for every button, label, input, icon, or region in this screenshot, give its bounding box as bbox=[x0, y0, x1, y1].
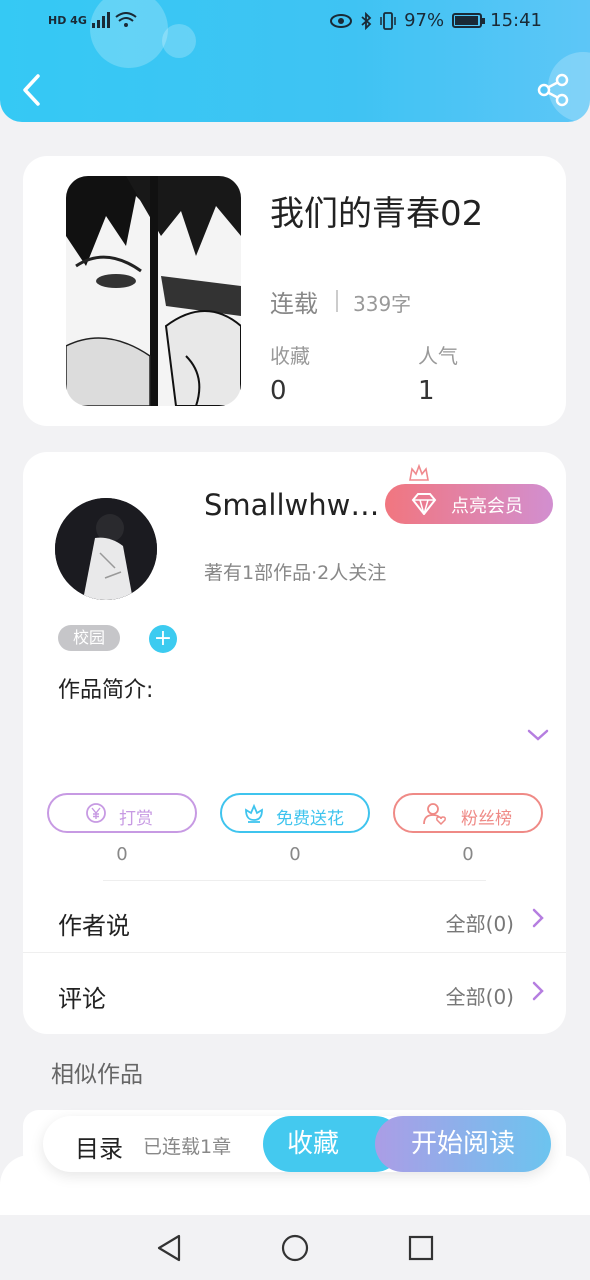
book-status: 连载 bbox=[270, 290, 318, 318]
chevron-right-icon bbox=[532, 981, 544, 1001]
flower-icon bbox=[245, 803, 263, 823]
popularity-label: 人气 bbox=[418, 344, 458, 368]
send-flower-button[interactable]: 免费送花 bbox=[220, 793, 370, 833]
membership-label: 点亮会员 bbox=[451, 496, 523, 517]
add-tag-button[interactable]: + bbox=[149, 625, 177, 653]
fan-icon bbox=[423, 803, 446, 826]
activate-membership-button[interactable]: 点亮会员 bbox=[385, 484, 553, 524]
header-bar: HD 4G 97% 15:41 bbox=[0, 0, 590, 122]
chevron-down-icon[interactable] bbox=[527, 728, 549, 742]
word-count: 339字 bbox=[353, 292, 412, 316]
network-label: HD 4G bbox=[48, 13, 87, 27]
book-info-card: 我们的青春02 连载 339字 收藏 0 人气 1 bbox=[23, 156, 566, 426]
chapter-count: 已连载1章 bbox=[143, 1136, 232, 1158]
author-card: Smallwhwi... 点亮会员 著有1部作品·2人关注 校园 + 作品简介:… bbox=[23, 452, 566, 1034]
bottom-action-bar: 目录 已连载1章 收藏 开始阅读 bbox=[43, 1116, 551, 1172]
reward-button[interactable]: 打赏 bbox=[47, 793, 197, 833]
favorites-label: 收藏 bbox=[270, 344, 310, 368]
clock: 15:41 bbox=[490, 10, 542, 31]
comments-title: 评论 bbox=[58, 985, 106, 1013]
book-title: 我们的青春02 bbox=[270, 194, 484, 234]
share-icon bbox=[537, 73, 569, 107]
eye-icon bbox=[330, 13, 353, 28]
chevron-right-icon bbox=[532, 908, 544, 928]
author-says-title: 作者说 bbox=[58, 912, 130, 940]
divider bbox=[336, 290, 338, 312]
wifi-icon bbox=[115, 12, 137, 27]
diamond-icon bbox=[411, 493, 437, 515]
similar-works-heading: 相似作品 bbox=[51, 1062, 143, 1088]
crown-icon bbox=[409, 464, 429, 481]
nav-home-icon[interactable] bbox=[281, 1233, 309, 1263]
author-stats: 著有1部作品·2人关注 bbox=[204, 562, 387, 584]
fan-ranking-button[interactable]: 粉丝榜 bbox=[393, 793, 543, 833]
fan-label: 粉丝榜 bbox=[461, 809, 512, 829]
status-bar: HD 4G 97% 15:41 bbox=[0, 0, 590, 44]
author-name[interactable]: Smallwhwi... bbox=[204, 488, 384, 522]
bluetooth-icon bbox=[361, 11, 372, 30]
author-avatar[interactable] bbox=[55, 498, 157, 600]
author-says-row[interactable]: 作者说 全部(0) bbox=[23, 886, 566, 956]
status-right: 97% 15:41 bbox=[330, 10, 542, 31]
comments-all-link[interactable]: 全部(0) bbox=[446, 981, 514, 1010]
favorites-value: 0 bbox=[270, 376, 287, 406]
signal-indicator: HD 4G bbox=[48, 12, 137, 28]
author-says-all-link[interactable]: 全部(0) bbox=[446, 908, 514, 937]
battery-icon bbox=[452, 13, 486, 28]
popularity-value: 1 bbox=[418, 376, 435, 406]
reward-label: 打赏 bbox=[119, 809, 153, 829]
nav-back-icon[interactable] bbox=[155, 1233, 183, 1263]
table-of-contents-button[interactable]: 目录 bbox=[75, 1129, 123, 1164]
vibrate-icon bbox=[380, 11, 396, 30]
back-arrow-icon bbox=[23, 74, 40, 106]
back-button[interactable] bbox=[18, 72, 48, 108]
divider bbox=[103, 880, 486, 881]
start-reading-button[interactable]: 开始阅读 bbox=[375, 1116, 551, 1172]
flower-count: 0 bbox=[289, 844, 301, 865]
flower-label: 免费送花 bbox=[276, 809, 344, 829]
reward-count: 0 bbox=[116, 844, 128, 865]
coin-icon bbox=[86, 803, 106, 823]
divider bbox=[23, 952, 566, 953]
signal-icon bbox=[91, 12, 110, 28]
avatar-image bbox=[55, 498, 157, 600]
fan-count: 0 bbox=[462, 844, 474, 865]
cover-illustration bbox=[66, 176, 241, 406]
system-nav-bar bbox=[0, 1215, 590, 1280]
share-button[interactable] bbox=[536, 72, 570, 108]
comments-row[interactable]: 评论 全部(0) bbox=[23, 959, 566, 1029]
nav-recents-icon[interactable] bbox=[407, 1233, 435, 1263]
book-cover-image[interactable] bbox=[66, 176, 241, 406]
intro-heading: 作品简介: bbox=[58, 678, 154, 703]
genre-tag[interactable]: 校园 bbox=[58, 625, 120, 651]
battery-percent: 97% bbox=[404, 10, 445, 31]
